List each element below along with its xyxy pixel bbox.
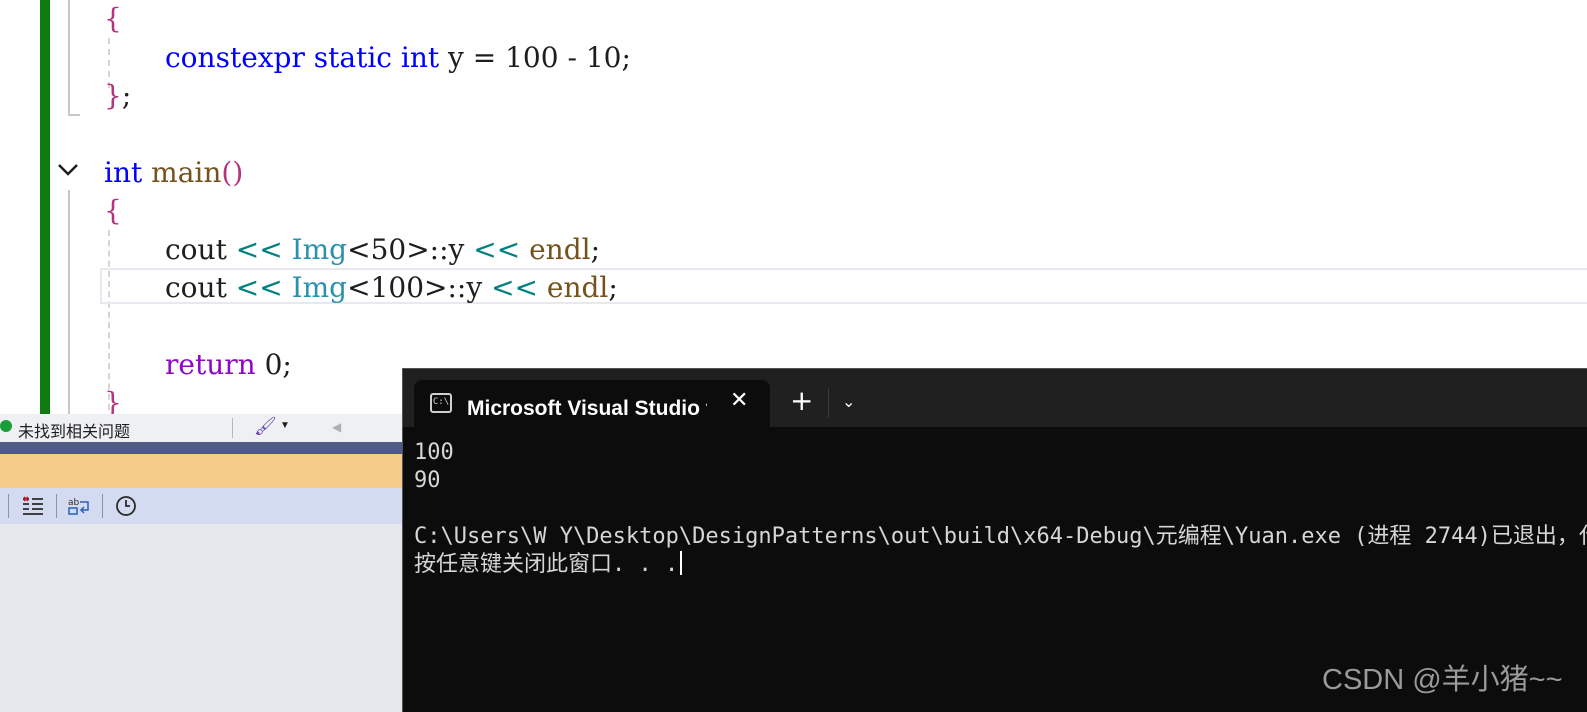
terminal-output-line: 90 — [414, 468, 441, 493]
keyword: int — [104, 156, 143, 189]
identifier: cout — [165, 271, 227, 304]
type-name: Img — [291, 233, 348, 266]
code-cleanup-brush-icon[interactable]: 🖌 — [254, 416, 277, 437]
code-text: <100>::y — [347, 271, 483, 304]
code-line-2[interactable]: constexpr static int y = 100 - 10; — [165, 39, 631, 77]
indent-guide — [108, 230, 110, 410]
text-cursor — [680, 551, 683, 575]
issues-status-text[interactable]: 未找到相关问题 — [18, 418, 130, 442]
brace: { — [104, 194, 122, 227]
fold-guide — [68, 0, 70, 116]
clear-all-icon[interactable] — [21, 494, 45, 518]
terminal-prompt-line: 按任意键关闭此窗口. . . — [414, 551, 683, 579]
code-line-return[interactable]: return 0; — [165, 346, 292, 384]
operator: << — [235, 271, 283, 304]
code-text: y = 100 - 10; — [439, 41, 631, 74]
chevron-down-icon[interactable]: ⌄ — [842, 392, 855, 411]
operator: << — [235, 233, 283, 266]
code-line-1[interactable]: { — [104, 0, 122, 38]
terminal-tab-title: Microsoft Visual Studio 调试控制台 — [467, 397, 707, 420]
panel-title-bar — [0, 454, 402, 488]
operator: << — [491, 271, 538, 304]
editor-status-bar: 未找到相关问题 🖌 ▼ ◀ — [0, 414, 402, 442]
code-text: ; — [590, 233, 601, 266]
keyword: int — [400, 41, 440, 74]
operator: << — [473, 233, 521, 266]
terminal-output-text: 按任意键关闭此窗口. . . — [414, 552, 679, 577]
check-circle-icon — [0, 420, 12, 432]
output-panel-body — [0, 524, 402, 712]
collapse-chevron-icon[interactable] — [56, 158, 80, 182]
chevron-down-icon[interactable]: ▼ — [280, 420, 290, 431]
identifier: endl — [546, 271, 609, 304]
code-line-open-brace[interactable]: { — [104, 192, 122, 230]
parens: () — [221, 156, 244, 189]
svg-text:ab: ab — [68, 498, 80, 508]
clock-icon[interactable] — [114, 494, 138, 518]
fold-guide-main — [68, 190, 70, 420]
code-line-cout-2[interactable]: cout << Img<100>::y << endl; — [165, 269, 618, 307]
toolbar-divider — [8, 494, 9, 518]
type-name: Img — [291, 271, 348, 304]
toolbar-divider — [56, 494, 57, 518]
terminal-output-line: 100 — [414, 440, 454, 465]
scroll-left-arrow-icon[interactable]: ◀ — [332, 420, 341, 434]
terminal-icon: C:\ — [430, 393, 452, 413]
keyword: return — [165, 348, 256, 381]
keyword: static — [313, 41, 392, 74]
code-line-3[interactable]: }; — [104, 77, 131, 115]
fold-guide-end — [68, 114, 80, 116]
new-tab-plus-icon[interactable]: + — [790, 384, 813, 417]
word-wrap-icon[interactable]: ab — [67, 494, 91, 518]
identifier: cout — [165, 233, 227, 266]
toolbar-divider — [102, 494, 103, 518]
code-line-close-brace[interactable]: } — [104, 384, 122, 414]
identifier: endl — [529, 233, 591, 266]
brace: } — [104, 79, 122, 112]
keyword: constexpr — [165, 41, 305, 74]
divider — [828, 388, 829, 418]
watermark: CSDN @羊小猪~~ — [1322, 664, 1563, 696]
brace: { — [104, 2, 122, 35]
close-icon[interactable]: ✕ — [730, 388, 748, 413]
code-text: <50>::y — [347, 233, 465, 266]
change-tracking-margin — [40, 0, 50, 420]
code-line-main[interactable]: int main() — [104, 154, 243, 192]
terminal-output-line: C:\Users\W Y\Desktop\DesignPatterns\out\… — [414, 524, 1587, 549]
panel-header-band — [0, 442, 402, 454]
function-name: main — [151, 156, 222, 189]
brace: } — [104, 386, 122, 414]
code-text: 0; — [255, 348, 292, 381]
divider — [232, 418, 233, 438]
panel-toolbar — [0, 488, 402, 524]
code-line-cout-1[interactable]: cout << Img<50>::y << endl; — [165, 231, 600, 269]
code-text: ; — [121, 79, 132, 112]
code-text: ; — [608, 271, 618, 304]
